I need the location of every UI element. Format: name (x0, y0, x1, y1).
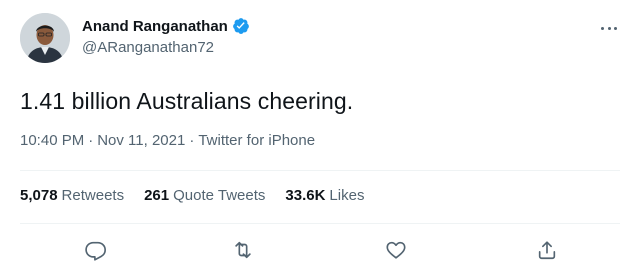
meta-separator: · (189, 132, 195, 149)
quote-tweets-stat[interactable]: 261 Quote Tweets (144, 187, 265, 204)
avatar-image (20, 13, 70, 63)
tweet-text: 1.41 billion Australians cheering. (20, 88, 354, 114)
likes-label: Likes (329, 187, 365, 204)
share-button[interactable] (530, 233, 564, 267)
retweets-label: Retweets (61, 187, 125, 204)
avatar[interactable] (20, 13, 70, 63)
action-bar (0, 233, 640, 267)
share-icon (538, 241, 556, 260)
reply-button[interactable] (79, 233, 113, 267)
quote-tweets-label: Quote Tweets (173, 187, 266, 204)
author-name-row[interactable]: Anand Ranganathan (82, 17, 250, 35)
tweet-date[interactable]: Nov 11, 2021 (97, 132, 185, 149)
more-options-icon[interactable] (598, 18, 620, 40)
retweets-count: 5,078 (20, 187, 58, 204)
divider (20, 170, 620, 171)
tweet-card: Anand Ranganathan @ARanganathan72 1.41 b… (0, 0, 640, 275)
meta-separator: · (88, 132, 94, 149)
quote-tweets-count: 261 (144, 187, 170, 204)
reply-icon (85, 241, 106, 261)
retweet-button[interactable] (226, 233, 260, 267)
tweet-time[interactable]: 10:40 PM (20, 132, 84, 149)
author-handle[interactable]: @ARanganathan72 (82, 39, 214, 56)
author-display-name[interactable]: Anand Ranganathan (82, 18, 228, 35)
retweets-stat[interactable]: 5,078 Retweets (20, 187, 124, 204)
tweet-meta: 10:40 PM · Nov 11, 2021 · Twitter for iPhone (20, 132, 315, 149)
like-button[interactable] (379, 233, 413, 267)
likes-count: 33.6K (285, 187, 326, 204)
tweet-source[interactable]: Twitter for iPhone (198, 132, 315, 149)
verified-badge-icon (232, 17, 250, 35)
likes-stat[interactable]: 33.6K Likes (285, 187, 364, 204)
like-icon (386, 241, 406, 259)
engagement-stats: 5,078 Retweets 261 Quote Tweets 33.6K Likes (20, 187, 384, 204)
divider (20, 223, 620, 224)
retweet-icon (235, 241, 251, 259)
